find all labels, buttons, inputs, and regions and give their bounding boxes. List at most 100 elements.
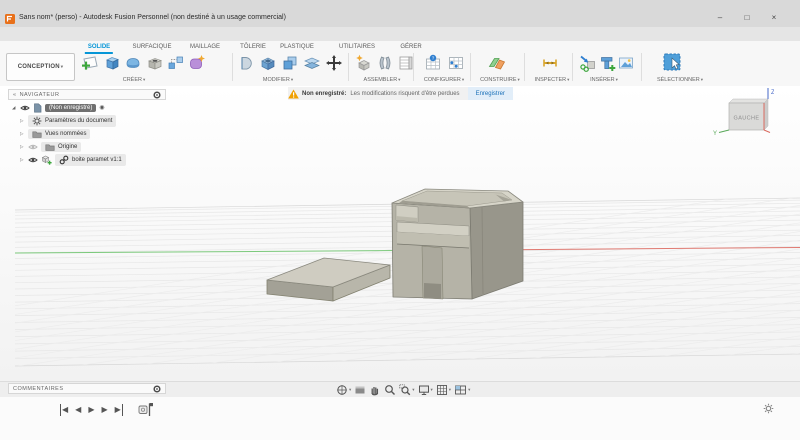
tab-solide[interactable]: SOLIDE — [85, 43, 113, 54]
caret-down-icon: ▾ — [468, 387, 470, 393]
view-cube-side-face[interactable] — [764, 99, 768, 130]
tab-tolerie[interactable]: TÔLERIE — [237, 43, 269, 52]
visibility-eye-icon[interactable] — [20, 104, 30, 112]
tree-row-named-views[interactable]: ▷ Vues nommées — [20, 128, 90, 139]
document-icon — [33, 103, 42, 113]
revolve-button[interactable] — [124, 54, 142, 72]
tab-surfacique[interactable]: SURFACIQUE — [129, 43, 174, 52]
display-icon — [418, 384, 430, 396]
tab-maillage[interactable]: MAILLAGE — [187, 43, 223, 52]
extrude-button[interactable] — [103, 54, 121, 72]
modeling-viewport[interactable]: « NAVIGATEUR ◢ (Non enregistré) ◉ ▷ — [0, 86, 800, 381]
step-forward-button[interactable]: ▶ — [101, 404, 107, 416]
timeline-marker-icon[interactable] — [138, 402, 154, 417]
close-button[interactable]: × — [766, 12, 782, 24]
look-at-button[interactable] — [354, 384, 366, 396]
workspace-selector[interactable]: CONCEPTION ▾ — [6, 53, 75, 81]
go-to-start-button[interactable]: ◀ — [60, 404, 68, 416]
save-link[interactable]: Enregistrer — [468, 87, 513, 100]
tab-plastique[interactable]: PLASTIQUE — [277, 43, 317, 52]
insert-canvas-button[interactable] — [617, 54, 635, 72]
create-form-button[interactable] — [188, 54, 206, 72]
insert-fastener-button[interactable] — [598, 54, 616, 72]
ribbon-separator — [470, 53, 471, 81]
tab-gerer[interactable]: GÉRER — [397, 43, 424, 52]
caret-down-icon: ▾ — [449, 387, 451, 393]
group-configurer[interactable]: CONFIGURER — [424, 77, 461, 83]
move-copy-button[interactable] — [325, 54, 343, 72]
group-inspecter[interactable]: INSPECTER — [535, 77, 566, 83]
caret-down-icon: ▾ — [701, 77, 703, 82]
tree-expanded-icon[interactable]: ◢ — [12, 105, 17, 111]
grid-layout-button[interactable]: ▾ — [436, 384, 451, 396]
visibility-eye-off-icon[interactable] — [28, 143, 38, 151]
maximize-button[interactable]: □ — [739, 12, 755, 24]
panel-menu-icon[interactable] — [153, 91, 161, 99]
group-assembler[interactable]: ASSEMBLER — [364, 77, 398, 83]
orbit-button[interactable]: ▾ — [336, 384, 351, 396]
zoom-window-button[interactable]: ▾ — [399, 384, 414, 396]
hole-button[interactable] — [146, 54, 164, 72]
tree-row-root[interactable]: ◢ (Non enregistré) ◉ — [12, 102, 105, 113]
tab-utilitaires[interactable]: UTILITAIRES — [336, 43, 378, 52]
comments-panel-header[interactable]: COMMENTAIRES — [8, 383, 166, 394]
group-construire[interactable]: CONSTRUIRE — [480, 77, 516, 83]
tree-row-origin[interactable]: ▷ Origine — [20, 141, 81, 152]
offset-face-button[interactable] — [303, 54, 321, 72]
group-creer[interactable]: CRÉER — [123, 77, 142, 83]
press-pull-button[interactable] — [237, 54, 255, 72]
construction-plane-button[interactable] — [488, 54, 506, 72]
model-plate[interactable] — [267, 258, 390, 301]
ribbon: CONCEPTION ▾ SOLIDE SURFACIQUE MAILLAGE … — [0, 41, 800, 87]
create-sketch-button[interactable] — [81, 54, 99, 72]
warning-title: Non enregistré: — [302, 91, 346, 97]
configure-features-button[interactable] — [447, 54, 465, 72]
go-to-end-button[interactable]: ▶ — [115, 404, 123, 416]
tree-collapsed-icon[interactable]: ▷ — [20, 157, 25, 163]
comments-title: COMMENTAIRES — [13, 386, 153, 392]
group-selectionner[interactable]: SÉLECTIONNER — [657, 77, 700, 83]
view-cube-top-face[interactable] — [729, 99, 768, 103]
folder-icon — [32, 130, 42, 138]
tree-row-document-settings[interactable]: ▷ Paramètres du document — [20, 115, 116, 126]
visibility-eye-icon[interactable] — [28, 156, 38, 164]
tree-collapsed-icon[interactable]: ▷ — [20, 118, 25, 124]
pan-button[interactable] — [369, 384, 381, 396]
group-modifier[interactable]: MODIFIER — [263, 77, 290, 83]
measure-button[interactable] — [541, 54, 559, 72]
display-settings-button[interactable]: ▾ — [418, 384, 433, 396]
ribbon-separator — [348, 53, 349, 81]
quick-access-bar: ▾ ▾ ▾ — [0, 27, 800, 42]
warning-icon — [288, 89, 299, 99]
insert-derive-button[interactable] — [579, 54, 597, 72]
shell-button[interactable] — [259, 54, 277, 72]
timeline-settings-gear-icon[interactable] — [763, 403, 774, 414]
zoom-button[interactable] — [384, 384, 396, 396]
collapse-panel-icon[interactable]: « — [13, 92, 17, 98]
joint-button[interactable] — [376, 54, 394, 72]
play-button[interactable]: ▶ — [88, 404, 94, 416]
step-back-button[interactable]: ◀ — [75, 404, 81, 416]
group-inserer[interactable]: INSÉRER — [590, 77, 614, 83]
combine-button[interactable] — [281, 54, 299, 72]
configuration-table-button[interactable]: ? — [424, 54, 442, 72]
tree-collapsed-icon[interactable]: ▷ — [20, 131, 25, 137]
view-cube[interactable]: GAUCHE Z Y — [712, 86, 774, 138]
tree-collapsed-icon[interactable]: ▷ — [20, 144, 25, 150]
ribbon-separator — [413, 53, 414, 81]
model-box[interactable] — [392, 189, 523, 299]
minimize-button[interactable]: – — [712, 12, 728, 24]
panel-menu-icon[interactable] — [153, 385, 161, 393]
tree-row-component[interactable]: ▷ boite paramet v1:1 — [20, 154, 126, 165]
select-button[interactable] — [662, 52, 684, 74]
new-component-button[interactable] — [355, 54, 373, 72]
tree-item-label: Vues nommées — [45, 131, 86, 137]
pattern-button[interactable] — [167, 54, 185, 72]
fusion-window: Sans nom* (perso) - Autodesk Fusion Pers… — [0, 0, 800, 440]
caret-down-icon: ▾ — [518, 77, 520, 82]
root-item-label[interactable]: (Non enregistré) — [45, 104, 96, 112]
viewports-button[interactable]: ▾ — [454, 384, 470, 396]
capture-position-icon[interactable]: ◉ — [99, 104, 104, 111]
navigator-panel-header[interactable]: « NAVIGATEUR — [8, 89, 166, 100]
caret-down-icon: ▾ — [567, 77, 569, 82]
